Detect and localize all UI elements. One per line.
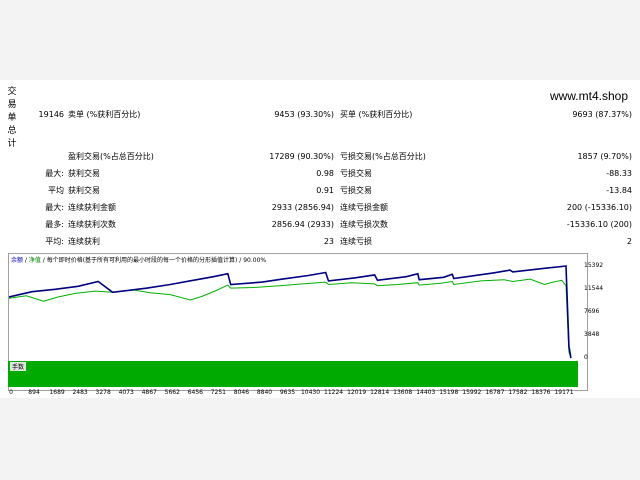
short-value: 9453 (93.30%) — [274, 110, 334, 119]
chart-description: / 每个即时价格(基于所有可利用的最小时段的每一个价格的分形插值计算) / 90… — [40, 257, 267, 264]
y-tick-label: 7696 — [584, 308, 600, 315]
long-label: 买单 (%获利百分比) — [340, 110, 413, 119]
chart-header: 余额 / 净值 / 每个即时价格(基于所有可利用的最小时段的每一个价格的分形插值… — [11, 255, 266, 264]
x-tick-label: 12814 — [370, 389, 390, 396]
x-tick-label: 3278 — [95, 389, 111, 396]
max-cons-losses-label: 连续亏损金额 — [340, 203, 388, 212]
x-tick-label: 15992 — [462, 389, 482, 396]
x-tick-label: 11224 — [324, 389, 344, 396]
x-tick-label: 14403 — [416, 389, 436, 396]
max-cons-wins-label: 连续获利金额 — [68, 203, 116, 212]
loss-trades-value: 1857 (9.70%) — [577, 152, 632, 161]
x-tick-label: 8046 — [233, 389, 250, 396]
average-loss-value: -13.84 — [606, 186, 632, 195]
equity-legend: 净值 — [28, 257, 41, 264]
x-tick-label: 4073 — [118, 389, 134, 396]
avg-cons-losses-label: 连续亏损 — [340, 237, 372, 246]
largest-profit-label: 获利交易 — [68, 169, 100, 178]
x-tick-label: 1689 — [49, 389, 65, 396]
site-url[interactable]: www.mt4.shop — [550, 89, 628, 103]
max-cons-wins-value: 2933 (2856.94) — [271, 203, 334, 212]
maximal-cons-profit-label: 连续获利次数 — [68, 220, 116, 229]
average-profit-value: 0.91 — [316, 186, 334, 195]
largest-loss-value: -88.33 — [606, 169, 632, 178]
avg-prefix: 平均: — [45, 237, 64, 246]
equity-line — [9, 278, 572, 359]
average-loss-label: 亏损交易 — [340, 186, 372, 195]
total-trades-value: 19146 — [38, 110, 64, 119]
x-tick-label: 16787 — [485, 389, 505, 396]
average-profit-label: 获利交易 — [68, 186, 100, 195]
largest-prefix: 最大: — [45, 169, 64, 178]
maximal-cons-loss-value: -15336.10 (200) — [566, 220, 632, 229]
maximal-prefix: 最多: — [45, 220, 64, 229]
balance-legend: 余额 — [11, 257, 24, 264]
avg-cons-losses-value: 2 — [626, 237, 632, 246]
x-tick-label: 0 — [9, 389, 13, 396]
x-tick-label: 17582 — [508, 389, 528, 396]
x-tick-label: 12019 — [347, 389, 367, 396]
max-prefix: 最大: — [45, 203, 64, 212]
x-tick-label: 5662 — [164, 389, 180, 396]
volume-bar — [8, 361, 578, 387]
maximal-cons-loss-label: 连续亏损次数 — [340, 220, 388, 229]
y-tick-label: 3848 — [584, 331, 600, 338]
largest-profit-value: 0.98 — [316, 169, 334, 178]
x-tick-label: 6456 — [187, 389, 203, 396]
x-tick-label: 18376 — [531, 389, 551, 396]
balance-line — [9, 265, 572, 359]
y-tick-label: 11544 — [584, 285, 604, 292]
x-tick-label: 7251 — [210, 389, 227, 396]
largest-loss-label: 亏损交易 — [340, 169, 372, 178]
max-cons-losses-value: 200 (-15336.10) — [566, 203, 632, 212]
x-axis: 0 894 1689 2483 3278 4073 4867 5662 6456 7251 8046… — [0, 388, 640, 400]
short-label: 卖单 (%获利百分比) — [68, 110, 141, 119]
profit-trades-label: 盈利交易(%占总百分比) — [68, 152, 154, 161]
volume-label: 手数 — [10, 362, 27, 371]
x-tick-label: 2483 — [72, 389, 88, 396]
x-tick-label: 9635 — [279, 389, 296, 396]
x-tick-label: 15198 — [439, 389, 459, 396]
x-tick-label: 13608 — [393, 389, 413, 396]
x-tick-label: 894 — [28, 389, 40, 396]
x-tick-label: 19171 — [554, 389, 574, 396]
long-value: 9693 (87.37%) — [572, 110, 632, 119]
average-prefix: 平均 — [48, 186, 64, 195]
avg-cons-wins-value: 23 — [323, 237, 334, 246]
maximal-cons-profit-value: 2856.94 (2933) — [271, 220, 334, 229]
x-tick-label: 10430 — [300, 389, 321, 396]
x-tick-label: 4867 — [141, 389, 157, 396]
loss-trades-label: 亏损交易(%占总百分比) — [340, 152, 426, 161]
profit-trades-value: 17289 (90.30%) — [269, 152, 334, 161]
avg-cons-wins-label: 连续获利 — [68, 237, 100, 246]
y-tick-label: 0 — [584, 354, 588, 361]
x-tick-label: 8840 — [256, 389, 273, 396]
side-label: 交易单总计 — [7, 87, 17, 149]
y-tick-label: 15392 — [584, 262, 604, 269]
